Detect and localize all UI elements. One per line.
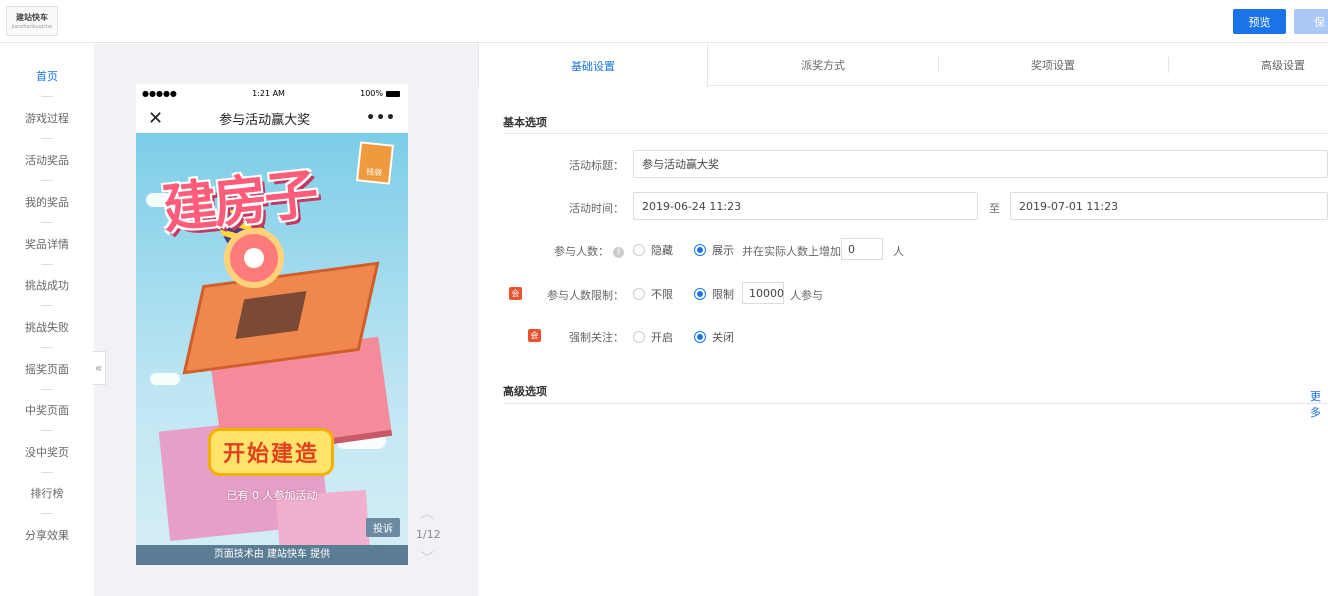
radio-label: 开启 — [651, 331, 673, 344]
settings-panel — [478, 44, 1328, 596]
tab-basic-settings[interactable]: 基础设置 — [478, 44, 708, 87]
more-icon[interactable]: ••• — [366, 110, 396, 126]
divider — [41, 222, 53, 223]
radio-icon — [633, 331, 645, 343]
radio-label: 隐藏 — [651, 244, 673, 257]
sidebar-item-leaderboard[interactable]: 排行榜 — [0, 485, 94, 501]
radio-label: 关闭 — [712, 331, 734, 344]
divider — [503, 403, 1328, 404]
sidebar-item-no-win-page[interactable]: 没中奖页 — [0, 444, 94, 460]
tab-prize-distribution[interactable]: 派奖方式 — [708, 44, 938, 86]
sidebar-item-lottery-page[interactable]: 摇奖页面 — [0, 361, 94, 377]
divider — [41, 264, 53, 265]
limit-label: 参与人数限制： — [547, 289, 624, 302]
radio-icon — [633, 288, 645, 300]
status-bar: ●●●●● 1:21 AM 100% — [136, 84, 408, 103]
divider — [41, 389, 53, 390]
sidebar-item-game-process[interactable]: 游戏过程 — [0, 110, 94, 126]
participants-label-text: 参与人数： — [554, 245, 609, 258]
collapse-icon[interactable]: « — [92, 351, 106, 385]
logo-text: 建站快车 — [16, 13, 48, 22]
start-time-input[interactable]: 2019-06-24 11:23 — [633, 192, 978, 220]
radio-label: 不限 — [651, 288, 673, 301]
end-time-input[interactable]: 2019-07-01 11:23 — [1010, 192, 1328, 220]
logo-subtext: jianzhankuaiche — [11, 24, 53, 30]
sidebar-item-home[interactable]: 首页 — [0, 68, 94, 84]
follow-off-radio[interactable]: 关闭 — [694, 329, 734, 345]
radio-icon — [633, 244, 645, 256]
participants-show-radio[interactable]: 展示 — [694, 242, 734, 258]
radio-selected-icon — [694, 331, 706, 343]
divider — [41, 347, 53, 348]
cloud — [150, 373, 180, 385]
page-down-icon[interactable]: ﹀ — [420, 548, 434, 568]
follow-label: 强制关注： — [569, 331, 624, 344]
participants-hide-radio[interactable]: 隐藏 — [633, 242, 673, 258]
battery-status: 100% — [360, 89, 400, 98]
advanced-section-title: 高级选项 — [503, 385, 547, 398]
sidebar-item-win-page[interactable]: 中奖页面 — [0, 402, 94, 418]
signal-icon: ●●●●● — [142, 89, 177, 98]
joined-count-text: 已有 0 人参加活动 — [226, 489, 318, 502]
help-icon[interactable]: ? — [613, 247, 624, 258]
tab-advanced-settings[interactable]: 高级设置 — [1168, 44, 1328, 86]
settings-tabs: 基础设置 派奖方式 奖项设置 高级设置 — [478, 44, 1328, 87]
sidebar-item-challenge-fail[interactable]: 挑战失败 — [0, 319, 94, 335]
limit-value-input[interactable]: 10000 — [742, 282, 784, 304]
phone-footer: 页面技术由 建站快车 提供 — [136, 545, 408, 565]
basic-section-title: 基本选项 — [503, 116, 547, 129]
to-label: 至 — [989, 202, 1000, 215]
start-game-button[interactable]: 开始建造 — [208, 428, 334, 476]
battery-icon — [385, 90, 400, 97]
divider — [41, 96, 53, 97]
participants-add-text: 并在实际人数上增加 — [742, 245, 841, 258]
radio-selected-icon — [694, 288, 706, 300]
battery-label: 100% — [360, 89, 383, 98]
radio-label: 展示 — [712, 244, 734, 257]
divider — [41, 180, 53, 181]
divider — [503, 133, 1328, 134]
report-button[interactable]: 投诉 — [366, 518, 400, 537]
limit-none-radio[interactable]: 不限 — [633, 286, 673, 302]
page-indicator: 1/12 — [416, 528, 441, 541]
phone-navbar: ✕ 参与活动赢大奖 ••• — [136, 103, 408, 133]
follow-on-radio[interactable]: 开启 — [633, 329, 673, 345]
top-bar: 建站快车 jianzhankuaiche 预览 保 — [0, 0, 1328, 43]
sidebar-item-share-effect[interactable]: 分享效果 — [0, 527, 94, 543]
divider — [41, 305, 53, 306]
crane-hook-center — [244, 248, 264, 268]
game-canvas[interactable]: 建房子 钱袋 开始建造 已有 0 人参加活动 投诉 页面技术由 建站快车 提供 — [136, 133, 408, 565]
sidebar: 首页 游戏过程 活动奖品 我的奖品 奖品详情 挑战成功 挑战失败 摇奖页面 中奖… — [0, 44, 94, 596]
title-label: 活动标题： — [569, 159, 624, 172]
tab-prize-settings[interactable]: 奖项设置 — [938, 44, 1168, 86]
divider — [41, 472, 53, 473]
close-icon[interactable]: ✕ — [148, 108, 163, 129]
page-up-icon[interactable]: ︿ — [420, 503, 434, 523]
logo[interactable]: 建站快车 jianzhankuaiche — [6, 6, 58, 36]
participants-unit: 人 — [893, 245, 904, 258]
divider — [41, 430, 53, 431]
participants-add-input[interactable]: 0 — [841, 238, 883, 260]
radio-label: 限制 — [712, 288, 734, 301]
divider — [41, 513, 53, 514]
sidebar-item-my-prizes[interactable]: 我的奖品 — [0, 194, 94, 210]
tag-badge: 钱袋 — [356, 141, 394, 185]
sidebar-item-prize-details[interactable]: 奖品详情 — [0, 236, 94, 252]
radio-selected-icon — [694, 244, 706, 256]
time-label: 活动时间： — [569, 202, 624, 215]
activity-title-input[interactable]: 参与活动赢大奖 — [633, 150, 1328, 178]
game-title: 建房子 — [159, 162, 319, 241]
more-link[interactable]: 更多 — [1310, 388, 1328, 420]
limit-unit: 人参与 — [790, 289, 823, 302]
sidebar-item-challenge-success[interactable]: 挑战成功 — [0, 277, 94, 293]
status-time: 1:21 AM — [252, 89, 285, 98]
phone-preview: ●●●●● 1:21 AM 100% ✕ 参与活动赢大奖 ••• 建房子 钱袋 … — [136, 84, 408, 565]
preview-button[interactable]: 预览 — [1233, 9, 1286, 34]
participants-label: 参与人数：? — [510, 243, 624, 259]
limit-on-radio[interactable]: 限制 — [694, 286, 734, 302]
divider — [41, 138, 53, 139]
sidebar-item-activity-prizes[interactable]: 活动奖品 — [0, 152, 94, 168]
phone-title: 参与活动赢大奖 — [219, 112, 311, 128]
save-button[interactable]: 保 — [1294, 9, 1328, 34]
